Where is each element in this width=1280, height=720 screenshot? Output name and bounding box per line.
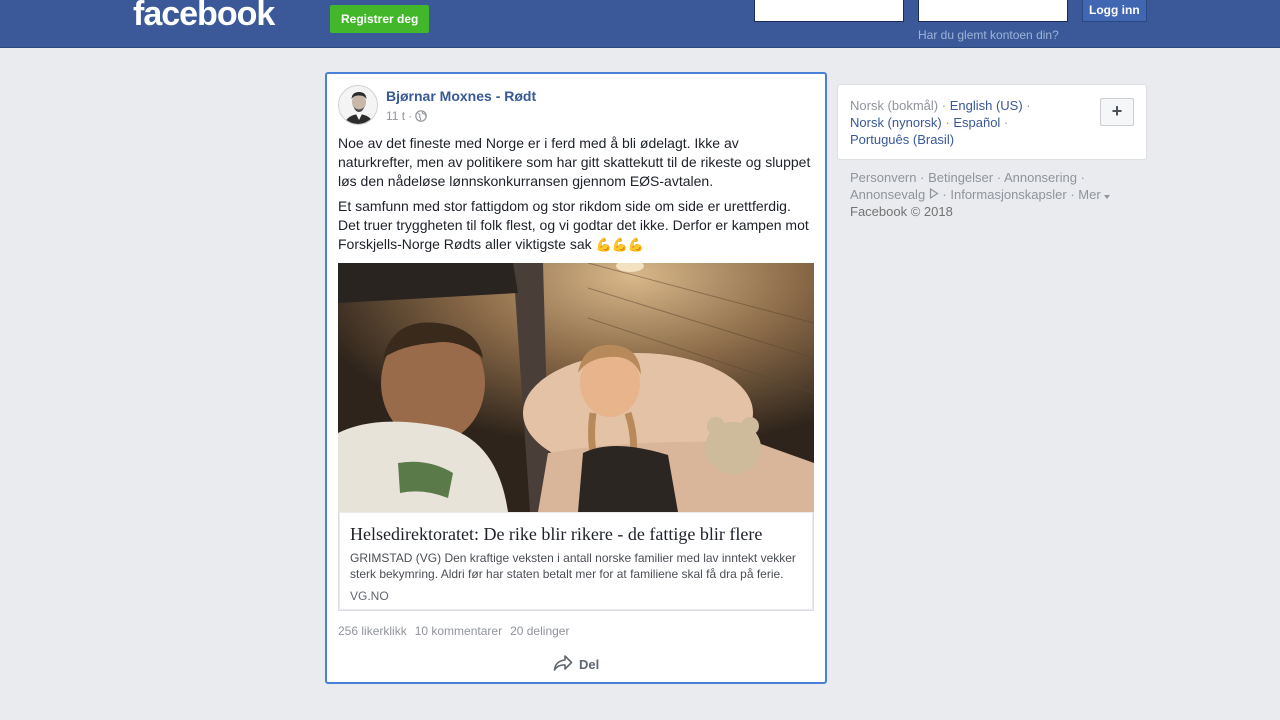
language-list: Norsk (bokmål) · English (US) · Norsk (n… xyxy=(850,98,1031,147)
footer-advertising[interactable]: Annonsering xyxy=(1004,170,1077,185)
language-current: Norsk (bokmål) xyxy=(850,98,939,113)
language-espanol[interactable]: Español xyxy=(953,115,1000,130)
flexed-biceps-emoji: 💪💪💪 xyxy=(595,237,645,252)
post-counts: 256 likerklikk 10 kommentarer 20 delinge… xyxy=(338,624,569,638)
ad-choices-icon xyxy=(929,187,939,202)
avatar-portrait-icon xyxy=(339,86,377,124)
post-timestamp[interactable]: 11 t xyxy=(386,109,405,123)
caret-down-icon xyxy=(1104,187,1111,202)
post-meta: 11 t · xyxy=(386,109,427,123)
post-paragraph-1: Noe av det fineste med Norge er i ferd m… xyxy=(338,135,811,189)
register-button[interactable]: Registrer deg xyxy=(330,5,430,33)
post-author[interactable]: Bjørnar Moxnes - Rødt xyxy=(386,88,536,104)
post-text: Noe av det fineste med Norge er i ferd m… xyxy=(338,134,816,260)
post-paragraph-2-text: Et samfunn med stor fattigdom og stor ri… xyxy=(338,198,809,252)
shares-count[interactable]: 20 delinger xyxy=(510,624,569,638)
add-language-button[interactable]: + xyxy=(1100,98,1134,126)
email-input[interactable] xyxy=(754,0,904,22)
footer-links: Personvern · Betingelser · Annonsering ·… xyxy=(850,169,1140,220)
share-button[interactable]: Del xyxy=(553,654,599,675)
copyright: Facebook © 2018 xyxy=(850,204,953,219)
login-button[interactable]: Logg inn xyxy=(1082,0,1147,22)
post-paragraph-2: Et samfunn med stor fattigdom og stor ri… xyxy=(338,197,816,254)
comments-count[interactable]: 10 kommentarer xyxy=(415,624,502,638)
language-portugues-brasil[interactable]: Português (Brasil) xyxy=(850,132,954,147)
link-preview-image[interactable] xyxy=(338,263,814,512)
footer-cookies[interactable]: Informasjonskapsler xyxy=(950,187,1066,202)
language-box: Norsk (bokmål) · English (US) · Norsk (n… xyxy=(837,84,1147,160)
footer-terms[interactable]: Betingelser xyxy=(928,170,993,185)
footer-more[interactable]: Mer xyxy=(1078,187,1111,202)
share-arrow-icon xyxy=(553,654,573,675)
link-description: GRIMSTAD (VG) Den kraftige veksten i ant… xyxy=(350,551,796,581)
father-daughter-photo xyxy=(338,263,814,512)
link-title[interactable]: Helsedirektoratet: De rike blir rikere -… xyxy=(350,524,805,545)
language-norsk-nynorsk[interactable]: Norsk (nynorsk) xyxy=(850,115,942,130)
link-preview-body[interactable]: Helsedirektoratet: De rike blir rikere -… xyxy=(338,512,814,611)
link-domain: VG.NO xyxy=(350,589,389,603)
post-card: Bjørnar Moxnes - Rødt 11 t · Noe av det … xyxy=(325,72,827,684)
language-english-us[interactable]: English (US) xyxy=(950,98,1023,113)
author-avatar[interactable] xyxy=(338,85,378,125)
footer-privacy[interactable]: Personvern xyxy=(850,170,916,185)
forgot-account-link[interactable]: Har du glemt kontoen din? xyxy=(918,28,1059,42)
globe-icon xyxy=(415,110,427,122)
top-bar: facebook Registrer deg Logg inn Har du g… xyxy=(0,0,1280,48)
facebook-logo[interactable]: facebook xyxy=(133,0,275,36)
meta-separator: · xyxy=(408,109,413,123)
share-label: Del xyxy=(579,657,600,672)
footer-ad-choices[interactable]: Annonsevalg xyxy=(850,187,939,202)
likes-count[interactable]: 256 likerklikk xyxy=(338,624,407,638)
password-input[interactable] xyxy=(918,0,1068,22)
